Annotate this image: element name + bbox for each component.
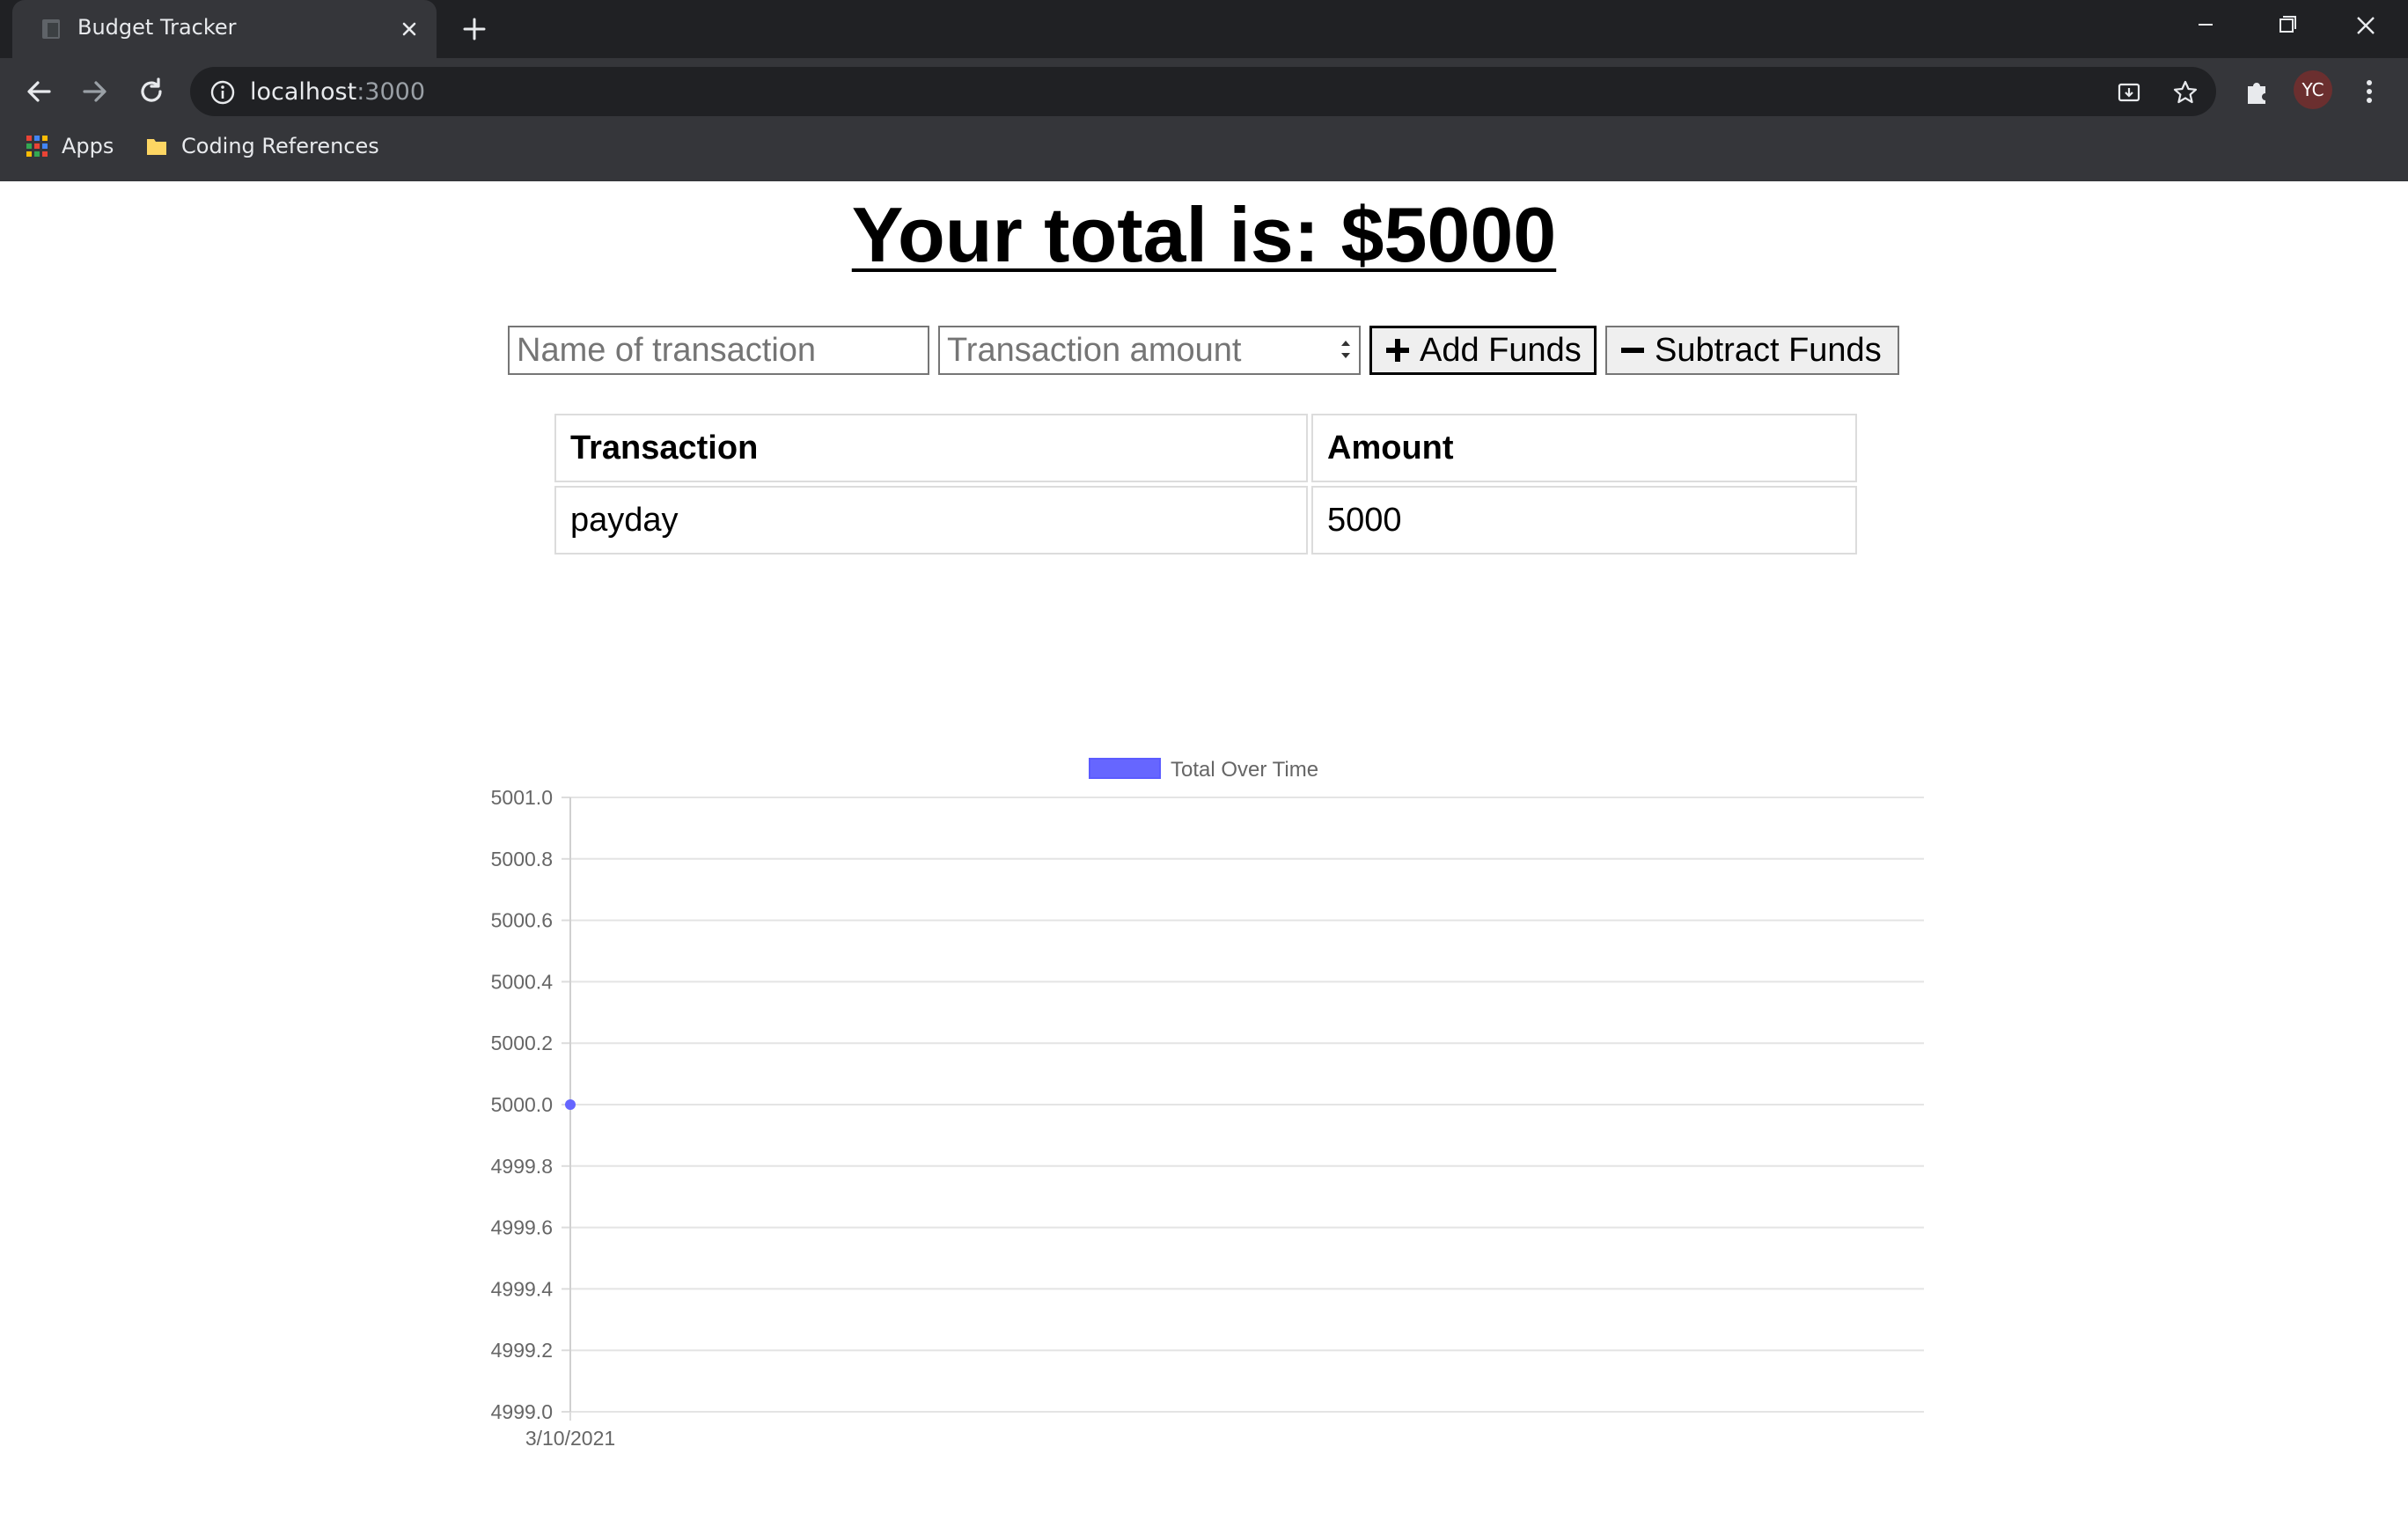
table-header-row: Transaction Amount (554, 414, 1857, 482)
browser-tab[interactable]: Budget Tracker (12, 0, 437, 58)
subtract-funds-label: Subtract Funds (1655, 331, 1882, 369)
profile-avatar[interactable]: YC (2294, 70, 2332, 109)
x-tick-label: 3/10/2021 (525, 1427, 615, 1450)
bookmark-label: Apps (62, 134, 114, 158)
new-tab-icon[interactable] (458, 12, 491, 46)
amount-field-wrapper (938, 326, 1361, 375)
y-tick-label: 4999.0 (491, 1400, 553, 1423)
transaction-name-input[interactable] (508, 326, 929, 375)
data-point (565, 1099, 576, 1110)
y-tick-label: 5001.0 (491, 786, 553, 809)
close-tab-icon[interactable] (394, 14, 424, 44)
add-funds-label: Add Funds (1420, 331, 1582, 369)
number-spinner-icon[interactable] (1334, 331, 1357, 368)
y-tick-label: 5000.4 (491, 970, 554, 993)
subtract-funds-button[interactable]: Subtract Funds (1605, 326, 1899, 375)
reload-icon[interactable] (132, 72, 171, 111)
address-bar[interactable]: localhost:3000 (190, 67, 2216, 116)
minimize-icon[interactable] (2183, 7, 2228, 48)
forward-icon[interactable] (76, 72, 114, 111)
transactions-table: Transaction Amount payday 5000 (551, 410, 1861, 558)
transaction-amount-input[interactable] (938, 326, 1361, 375)
url-text: localhost:3000 (250, 78, 426, 106)
back-icon[interactable] (19, 72, 58, 111)
table-row: payday 5000 (554, 486, 1857, 555)
tab-title: Budget Tracker (77, 15, 237, 40)
menu-kebab-icon[interactable] (2350, 72, 2389, 111)
y-tick-label: 5000.2 (491, 1032, 553, 1054)
bookmark-coding-references[interactable]: Coding References (144, 130, 379, 162)
transaction-amount-cell: 5000 (1311, 486, 1857, 555)
legend-swatch (1089, 758, 1161, 779)
column-header-amount: Amount (1311, 414, 1857, 482)
y-tick-label: 4999.6 (491, 1216, 553, 1239)
plus-icon (1386, 339, 1409, 362)
site-info-icon[interactable] (208, 77, 238, 107)
y-tick-label: 5000.8 (491, 848, 553, 870)
total-heading: Your total is: $5000 (851, 191, 1557, 278)
folder-icon (147, 139, 166, 155)
site-favicon-icon (42, 19, 60, 39)
apps-grid-icon (26, 136, 48, 157)
install-app-icon[interactable] (2114, 77, 2144, 107)
y-tick-label: 4999.4 (491, 1277, 554, 1300)
column-header-transaction: Transaction (554, 414, 1308, 482)
transaction-name-cell: payday (554, 486, 1308, 555)
minus-icon (1621, 348, 1644, 353)
y-tick-label: 4999.8 (491, 1155, 553, 1178)
close-window-icon[interactable] (2343, 7, 2389, 48)
tab-strip: Budget Tracker (0, 0, 2408, 58)
bookmark-star-icon[interactable] (2170, 77, 2200, 107)
y-tick-label: 5000.6 (491, 909, 553, 932)
legend-label: Total Over Time (1171, 758, 1318, 782)
y-tick-label: 5000.0 (491, 1093, 553, 1116)
add-funds-button[interactable]: Add Funds (1369, 326, 1597, 375)
y-tick-label: 4999.2 (491, 1339, 553, 1362)
restore-icon[interactable] (2264, 7, 2309, 48)
bookmark-label: Coding References (181, 134, 379, 158)
extensions-icon[interactable] (2237, 72, 2276, 111)
total-over-time-chart: 5001.0 5000.8 5000.6 5000.4 5000.2 5000.0 4999… (491, 758, 1924, 1450)
bookmark-apps[interactable]: Apps (25, 130, 114, 162)
page-content: Your total is: $5000 Add Funds Subtract … (0, 181, 2408, 1535)
browser-toolbar: localhost:3000 YC Apps Coding References (0, 58, 2408, 181)
